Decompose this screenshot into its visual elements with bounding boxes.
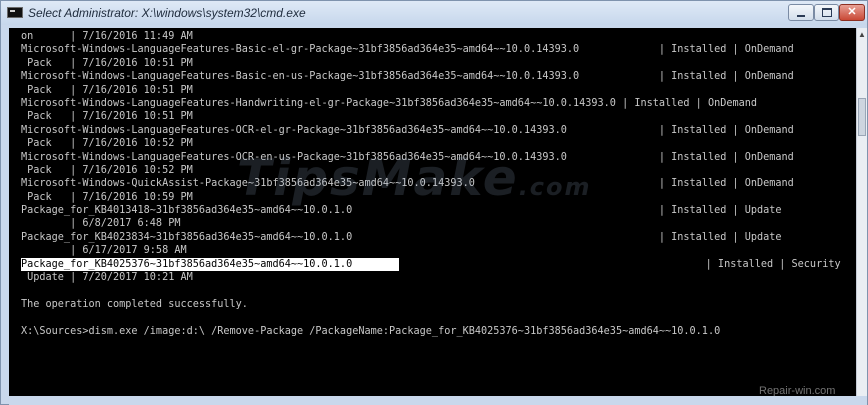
console-line[interactable] [21,311,841,324]
title-bar[interactable]: Select Administrator: X:\windows\system3… [1,1,867,25]
window-bottom-border [9,396,867,405]
console-line[interactable]: Update | 7/20/2017 10:21 AM [21,271,841,284]
console-line[interactable]: Microsoft-Windows-LanguageFeatures-Handw… [21,97,841,110]
console-line[interactable]: Package_for_KB4013418~31bf3856ad364e35~a… [21,204,841,217]
cmd-console-icon[interactable] [7,7,23,18]
console-line[interactable]: The operation completed successfully. [21,298,841,311]
console-line[interactable] [21,284,841,297]
console-line[interactable]: Package_for_KB4025376~31bf3856ad364e35~a… [21,257,841,272]
console-line[interactable]: on | 7/16/2016 11:49 AM [21,30,841,43]
console-line[interactable]: Package_for_KB4023834~31bf3856ad364e35~a… [21,231,841,244]
console-line[interactable]: Pack | 7/16/2016 10:52 PM [21,164,841,177]
console-text[interactable]: on | 7/16/2016 11:49 AM Microsoft-Windows… [21,30,841,338]
console-line[interactable]: Microsoft-Windows-QuickAssist-Package~31… [21,177,841,190]
minimize-icon [797,14,805,17]
console-line[interactable]: | 6/8/2017 6:48 PM [21,217,841,230]
cmd-window: Select Administrator: X:\windows\system3… [0,0,868,405]
vertical-scrollbar[interactable]: ▲ [856,28,867,396]
close-button[interactable]: ✕ [839,4,865,21]
console-line[interactable]: Microsoft-Windows-LanguageFeatures-OCR-e… [21,124,841,137]
console-line[interactable]: Microsoft-Windows-LanguageFeatures-Basic… [21,70,841,83]
console-line[interactable]: Pack | 7/16/2016 10:51 PM [21,84,841,97]
selected-text[interactable]: Package_for_KB4025376~31bf3856ad364e35~a… [21,257,399,272]
console-line[interactable]: X:\Sources>dism.exe /image:d:\ /Remove-P… [21,325,841,338]
console-line[interactable]: Pack | 7/16/2016 10:59 PM [21,191,841,204]
maximize-icon [821,8,832,17]
console-line[interactable]: Pack | 7/16/2016 10:51 PM [21,110,841,123]
window-title: Select Administrator: X:\windows\system3… [28,6,306,20]
close-icon: ✕ [847,6,857,18]
console-line[interactable]: Pack | 7/16/2016 10:52 PM [21,137,841,150]
console-line[interactable]: Microsoft-Windows-LanguageFeatures-OCR-e… [21,151,841,164]
console-line[interactable]: | 6/17/2017 9:58 AM [21,244,841,257]
scroll-up-arrow-icon[interactable]: ▲ [857,28,867,42]
minimize-button[interactable] [788,4,814,21]
console-line[interactable]: Pack | 7/16/2016 10:51 PM [21,57,841,70]
maximize-button[interactable] [814,4,839,21]
console-line[interactable]: Microsoft-Windows-LanguageFeatures-Basic… [21,43,841,56]
scroll-thumb[interactable] [858,98,866,136]
console-output[interactable]: on | 7/16/2016 11:49 AM Microsoft-Windows… [9,28,856,396]
